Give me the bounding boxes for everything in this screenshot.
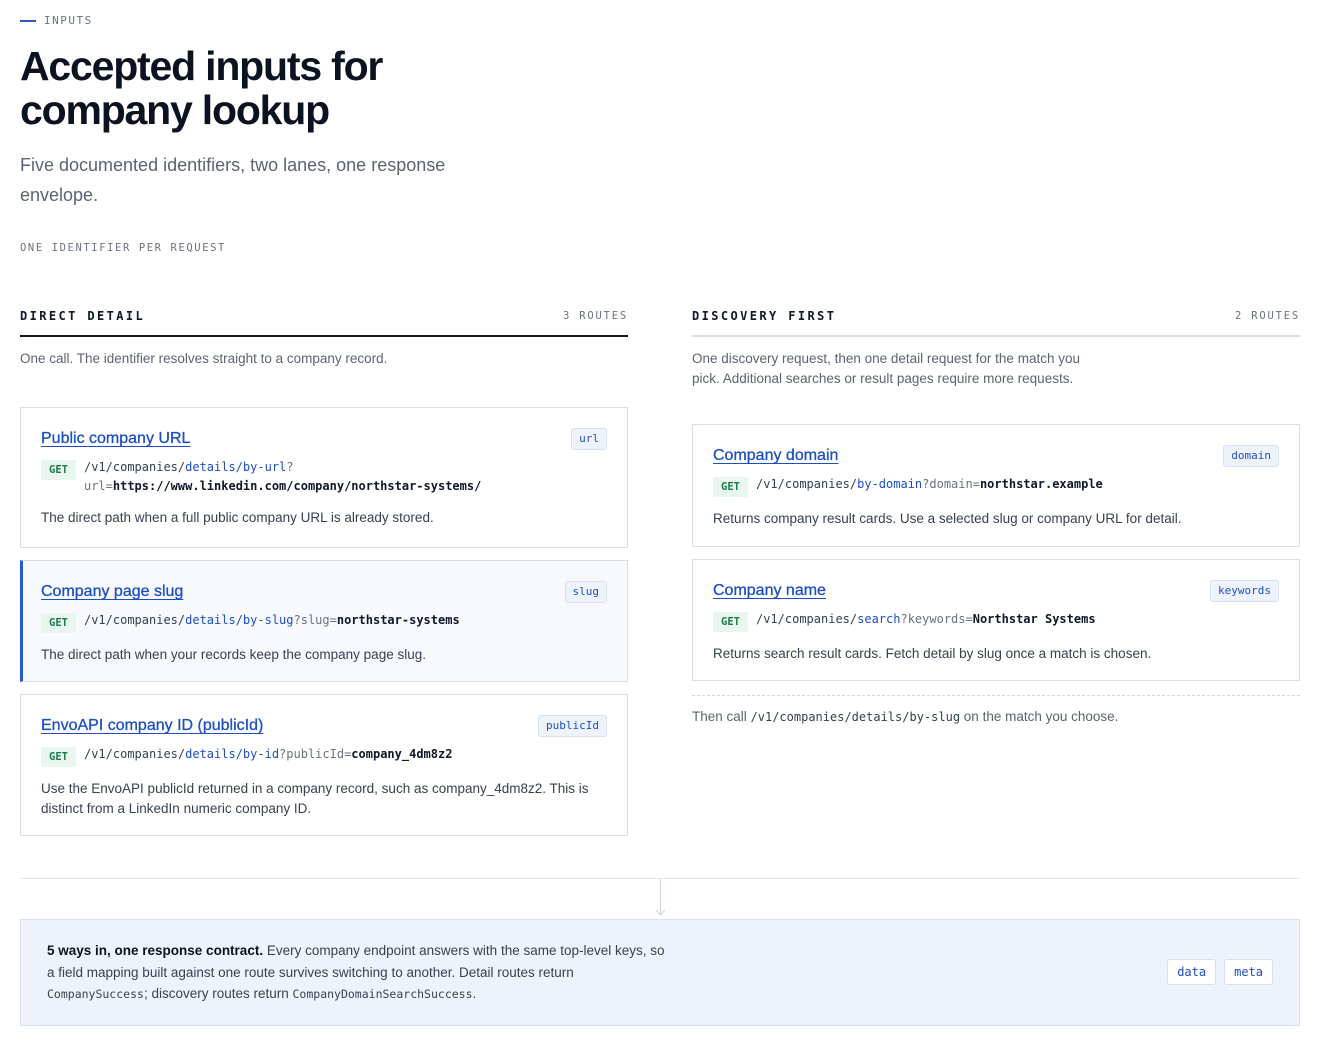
route-endpoint: GET /v1/companies/search?keywords=Norths… (713, 610, 1279, 632)
lane-header: DIRECT DETAIL 3 ROUTES (20, 306, 628, 337)
route-endpoint: GET /v1/companies/by-domain?domain=north… (713, 475, 1279, 497)
lane-header: DISCOVERY FIRST 2 ROUTES (692, 306, 1300, 337)
endpoint-path: /v1/companies/details/by-id?publicId=com… (83, 747, 453, 761)
param-badge: slug (564, 581, 607, 603)
http-method-badge: GET (41, 747, 76, 767)
lane-route-count: 3 ROUTES (563, 309, 628, 322)
http-method-badge: GET (713, 612, 748, 632)
page-lead: Five documented identifiers, two lanes, … (20, 155, 446, 205)
lane-description: One discovery request, then one detail r… (692, 351, 1080, 386)
follow-up-note: Then call /v1/companies/details/by-slug … (692, 695, 1300, 724)
param-badge: url (571, 428, 607, 450)
route-title-link[interactable]: EnvoAPI company ID (publicId) (41, 715, 264, 737)
http-method-badge: GET (41, 460, 76, 480)
route-endpoint: GET /v1/companies/details/by-id?publicId… (41, 745, 607, 767)
route-endpoint: GET /v1/companies/details/by-slug?slug=n… (41, 611, 607, 633)
route-card-slug[interactable]: Company page slug slug GET /v1/companies… (20, 560, 628, 682)
param-badge: keywords (1210, 580, 1279, 602)
route-title-link[interactable]: Company domain (713, 445, 839, 467)
route-card-domain[interactable]: Company domain domain GET /v1/companies/… (692, 424, 1300, 547)
param-badge: publicId (538, 715, 607, 737)
route-endpoint: GET /v1/companies/details/by-url?url=htt… (41, 458, 607, 496)
endpoint-path: /v1/companies/details/by-slug?slug=north… (83, 613, 460, 627)
connector-arrow-icon (655, 909, 666, 916)
http-method-badge: GET (713, 477, 748, 497)
route-description: Use the EnvoAPI publicId returned in a c… (41, 781, 589, 816)
lane-description: One call. The identifier resolves straig… (20, 351, 388, 366)
route-description: Returns company result cards. Use a sele… (713, 511, 1182, 526)
route-description: The direct path when a full public compa… (41, 510, 434, 525)
route-description: Returns search result cards. Fetch detai… (713, 646, 1152, 661)
lane-route-count: 2 ROUTES (1235, 309, 1300, 322)
top-level-keys: data meta (1167, 959, 1273, 985)
key-chip-data: data (1167, 959, 1217, 985)
lane-discovery-first: DISCOVERY FIRST 2 ROUTES One discovery r… (692, 306, 1300, 388)
response-contract-callout: 5 ways in, one response contract. Every … (20, 919, 1300, 1026)
route-title-link[interactable]: Company name (713, 580, 826, 602)
lane-direct-detail: DIRECT DETAIL 3 ROUTES One call. The ide… (20, 306, 628, 369)
route-card-url[interactable]: Public company URL url GET /v1/companies… (20, 407, 628, 548)
tagline: ONE IDENTIFIER PER REQUEST (20, 242, 226, 254)
eyebrow-label: INPUTS (44, 14, 93, 27)
route-description: The direct path when your records keep t… (41, 647, 426, 662)
endpoint-path: /v1/companies/details/by-url?url=https:/… (83, 460, 482, 493)
contract-text: 5 ways in, one response contract. Every … (47, 943, 665, 1001)
route-title-link[interactable]: Company page slug (41, 581, 184, 603)
http-method-badge: GET (41, 613, 76, 633)
follow-up-endpoint: /v1/companies/details/by-slug (750, 710, 961, 724)
route-card-public-id[interactable]: EnvoAPI company ID (publicId) publicId G… (20, 694, 628, 836)
route-title-link[interactable]: Public company URL (41, 428, 191, 450)
page-title: Accepted inputs for company lookup (20, 43, 383, 133)
endpoint-path: /v1/companies/by-domain?domain=northstar… (755, 477, 1103, 491)
route-card-name[interactable]: Company name keywords GET /v1/companies/… (692, 559, 1300, 681)
lane-name: DISCOVERY FIRST (692, 308, 837, 323)
eyebrow-dash (20, 19, 36, 22)
lane-name: DIRECT DETAIL (20, 308, 146, 323)
section-eyebrow: INPUTS (20, 14, 93, 27)
param-badge: domain (1223, 445, 1279, 467)
endpoint-path: /v1/companies/search?keywords=Northstar … (755, 612, 1096, 626)
key-chip-meta: meta (1224, 959, 1273, 985)
